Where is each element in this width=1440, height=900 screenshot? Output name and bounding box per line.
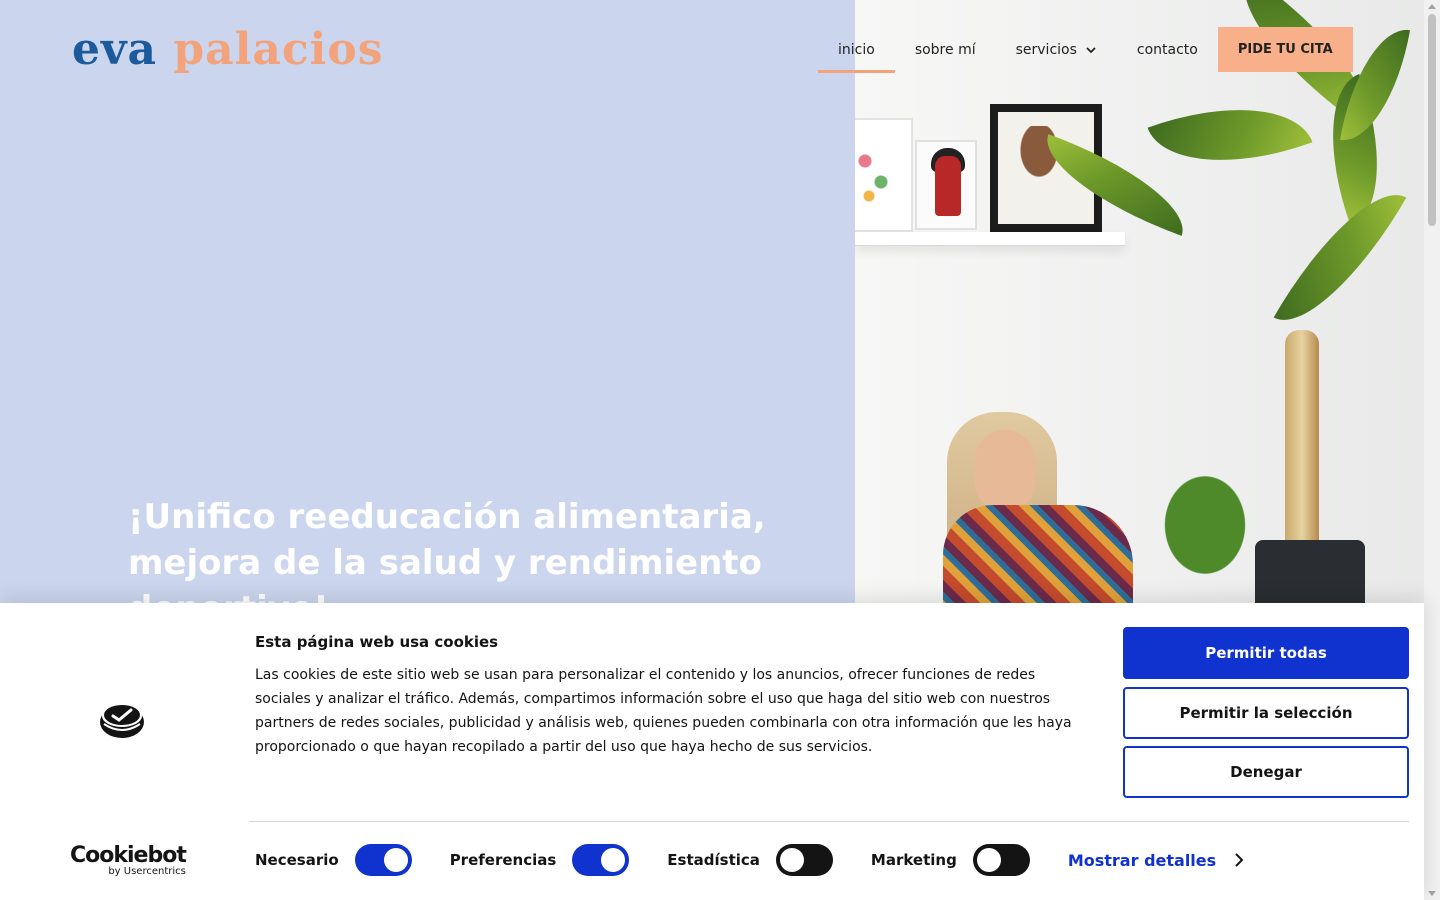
show-details-label: Mostrar detalles [1067,850,1217,870]
cookie-divider [249,821,1409,822]
deny-button[interactable]: Denegar [1123,746,1409,798]
site-logo[interactable]: eva palacios [72,24,384,76]
show-details-link[interactable]: Mostrar detalles [1068,851,1244,870]
toggle-knob [601,848,626,872]
logo-word-1: eva [72,24,174,75]
toggle-knob [976,848,1001,872]
small-plant [1135,440,1275,610]
wonder-woman-frame [915,140,977,230]
preferencias-toggle[interactable] [572,844,630,876]
nav-inicio[interactable]: inicio [818,27,895,73]
toggle-group-necesario: Necesario [255,844,412,876]
scroll-thumb[interactable] [1428,14,1436,226]
scroll-down-icon[interactable] [1428,891,1436,896]
toggle-group-marketing: Marketing [871,844,1030,876]
chevron-right-icon [1235,853,1244,867]
scroll-up-icon[interactable] [1428,4,1436,9]
cookie-title: Esta página web usa cookies [255,633,499,651]
toggle-group-estadistica: Estadística [667,844,833,876]
person-face [975,430,1035,510]
cookie-description: Las cookies de este sitio web se usan pa… [255,667,1072,755]
floral-frame [855,118,913,232]
cookiebot-logo[interactable]: Cookiebot by Usercentrics [70,843,187,878]
nav-sobre-mi[interactable]: sobre mí [895,27,996,73]
toggle-knob [779,848,804,872]
toggle-label: Necesario [255,851,339,869]
toggle-label: Marketing [870,851,957,869]
toggle-label: Estadística [667,851,760,869]
wall-shelf [855,232,1125,246]
necesario-toggle[interactable] [354,844,412,876]
toggle-label: Preferencias [449,851,557,869]
page-scrollbar[interactable] [1424,0,1440,900]
nav-contacto[interactable]: contacto [1117,27,1218,73]
cookiebot-brand: Cookiebot [70,843,187,868]
allow-selection-button[interactable]: Permitir la selección [1123,687,1409,739]
chevron-down-icon [1086,47,1096,54]
toggle-knob [383,848,408,872]
toggle-group-preferencias: Preferencias [450,844,630,876]
consent-toggles: Necesario Preferencias Estadística Marke… [255,843,1244,877]
marketing-toggle[interactable] [972,844,1030,876]
main-nav: inicio sobre mí servicios contacto PIDE … [818,27,1353,73]
allow-all-button[interactable]: Permitir todas [1123,627,1409,679]
logo-word-2: palacios [173,24,384,75]
cta-button[interactable]: PIDE TU CITA [1217,27,1353,72]
estadistica-toggle[interactable] [775,844,833,876]
nav-servicios-label: servicios [1015,42,1077,58]
cookiebot-icon [100,705,144,738]
nav-servicios[interactable]: servicios [996,27,1117,73]
